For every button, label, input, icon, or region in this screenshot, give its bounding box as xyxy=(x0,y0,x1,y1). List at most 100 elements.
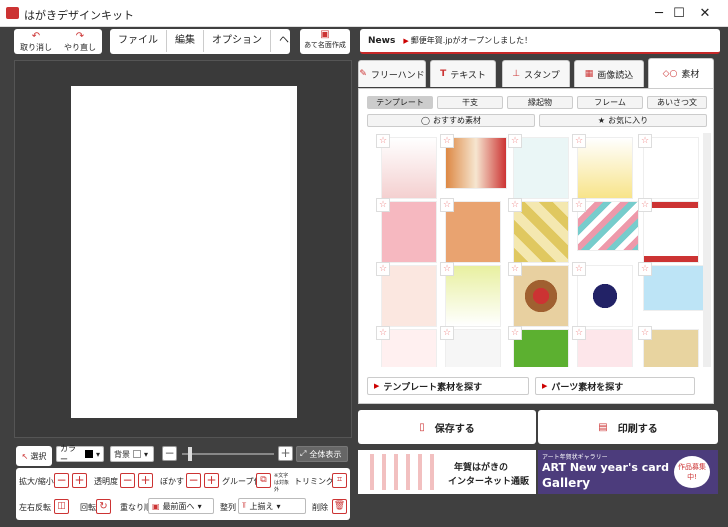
favorite-star-icon[interactable]: ☆ xyxy=(376,326,390,340)
favorite-star-icon[interactable]: ☆ xyxy=(440,326,454,340)
template-thumb[interactable]: ☆ xyxy=(376,198,437,263)
tab-material[interactable]: ◇○ 素材 xyxy=(648,58,714,88)
favorite-star-icon[interactable]: ☆ xyxy=(508,326,522,340)
favorite-star-icon[interactable]: ☆ xyxy=(508,262,522,276)
blur-down-button[interactable]: − xyxy=(186,473,201,488)
favorite-star-icon[interactable]: ☆ xyxy=(376,198,390,212)
favorite-star-icon[interactable]: ☆ xyxy=(376,262,390,276)
template-thumb[interactable]: ☆ xyxy=(440,134,507,189)
template-thumb[interactable]: ☆ xyxy=(508,326,569,367)
print-button[interactable]: ▤ 印刷する xyxy=(538,410,718,444)
app-icon xyxy=(6,7,19,19)
favorite-star-icon[interactable]: ☆ xyxy=(638,262,652,276)
tab-image[interactable]: ▦ 画像読込 xyxy=(574,60,644,87)
template-thumb[interactable]: ☆ xyxy=(572,326,633,367)
blur-up-button[interactable]: + xyxy=(204,473,219,488)
favorite-star-icon[interactable]: ☆ xyxy=(572,198,586,212)
tab-text[interactable]: T テキスト xyxy=(430,60,496,87)
address-side-button[interactable]: ▣ あて名面作成 xyxy=(300,29,350,54)
seg-eto[interactable]: 干支 xyxy=(437,96,503,109)
favorite-star-icon[interactable]: ☆ xyxy=(440,262,454,276)
text-icon: T xyxy=(440,69,447,79)
bg-swatch xyxy=(133,450,141,458)
fit-all-button[interactable]: ⤢ 全体表示 xyxy=(296,446,348,462)
background-dropdown[interactable]: 背景 ▾ xyxy=(110,446,154,462)
template-thumb[interactable]: ☆ xyxy=(440,262,501,327)
template-thumb[interactable]: ☆ xyxy=(638,262,703,311)
seg-frame[interactable]: フレーム xyxy=(577,96,643,109)
speech-bubble-icon: ◯ xyxy=(421,116,430,125)
favorite-star-icon[interactable]: ☆ xyxy=(638,134,652,148)
seg-template[interactable]: テンプレート xyxy=(367,96,433,109)
crop-icon: ⌗ xyxy=(336,475,343,485)
template-thumb[interactable]: ☆ xyxy=(440,198,501,263)
template-thumb[interactable]: ☆ xyxy=(376,134,437,199)
favorite-star-icon[interactable]: ☆ xyxy=(508,134,522,148)
menu-edit[interactable]: 編集 xyxy=(167,30,204,52)
template-thumb[interactable]: ☆ xyxy=(508,262,569,327)
find-template-button[interactable]: ▶ テンプレート素材を探す xyxy=(367,377,529,395)
template-thumb[interactable]: ☆ xyxy=(638,134,699,199)
zoom-out-button[interactable]: − xyxy=(162,446,177,461)
grid-scrollbar[interactable] xyxy=(703,133,711,367)
postcard-canvas[interactable] xyxy=(71,86,297,418)
zoom-slider-handle[interactable] xyxy=(188,447,192,461)
seg-greeting[interactable]: あいさつ文 xyxy=(647,96,707,109)
enlarge-button[interactable]: + xyxy=(72,473,87,488)
favorite-star-icon[interactable]: ☆ xyxy=(638,198,652,212)
color-dropdown[interactable]: カラー ▾ xyxy=(56,444,104,464)
favorite-star-icon[interactable]: ☆ xyxy=(638,326,652,340)
trim-button[interactable]: ⌗ xyxy=(332,473,347,488)
delete-button[interactable]: 🗑 xyxy=(332,499,347,514)
menu-help[interactable]: ヘルプ xyxy=(271,30,290,52)
shop-banner[interactable]: 年賀はがきの インターネット通販 xyxy=(358,450,536,494)
template-thumb[interactable]: ☆ xyxy=(376,326,437,367)
material-content: テンプレート 干支 縁起物 フレーム あいさつ文 ◯ おすすめ素材 ★ お気に入り … xyxy=(358,88,714,404)
seg-engimono[interactable]: 縁起物 xyxy=(507,96,573,109)
favorite-star-icon[interactable]: ☆ xyxy=(572,326,586,340)
close-button[interactable]: ✕ xyxy=(682,2,728,24)
opacity-up-button[interactable]: + xyxy=(138,473,153,488)
template-thumb[interactable]: ☆ xyxy=(508,134,569,199)
flip-button[interactable]: ◫ xyxy=(54,499,69,514)
order-dropdown[interactable]: ▣ 最前面へ ▾ xyxy=(148,498,214,514)
favorite-star-icon[interactable]: ☆ xyxy=(376,134,390,148)
template-thumb[interactable]: ☆ xyxy=(638,326,699,367)
shrink-button[interactable]: − xyxy=(54,473,69,488)
image-icon: ▦ xyxy=(584,69,594,79)
tab-stamp[interactable]: ⊥ スタンプ xyxy=(502,60,570,87)
template-thumb[interactable]: ☆ xyxy=(376,262,437,327)
template-thumb[interactable]: ☆ xyxy=(572,198,639,251)
save-button[interactable]: ▯ 保存する xyxy=(358,410,536,444)
arrow-icon: ▶ xyxy=(542,382,548,390)
rotate-button[interactable]: ↻ xyxy=(96,499,111,514)
template-thumb[interactable]: ☆ xyxy=(440,326,501,367)
template-thumb[interactable]: ☆ xyxy=(638,198,699,263)
zoom-in-button[interactable]: + xyxy=(278,446,293,461)
select-tool-button[interactable]: ↖ 選択 xyxy=(16,446,52,466)
template-thumb[interactable]: ☆ xyxy=(508,198,569,263)
group-button[interactable]: ⧉ xyxy=(256,473,271,488)
gallery-banner[interactable]: アート年賀状ギャラリー ART New year's card Gallery … xyxy=(538,450,718,494)
opacity-down-button[interactable]: − xyxy=(120,473,135,488)
seg-recommended[interactable]: ◯ おすすめ素材 xyxy=(367,114,535,127)
template-thumb[interactable]: ☆ xyxy=(572,262,633,327)
find-parts-button[interactable]: ▶ パーツ素材を探す xyxy=(535,377,695,395)
undo-icon: ↶ xyxy=(31,30,41,42)
menu-options[interactable]: オプション xyxy=(204,30,271,52)
tab-freehand[interactable]: ✎ フリーハンド xyxy=(358,60,426,87)
favorite-star-icon[interactable]: ☆ xyxy=(572,134,586,148)
news-text[interactable]: 郵便年賀.jpがオープンしました！ xyxy=(411,35,532,46)
zoom-slider[interactable] xyxy=(182,453,274,455)
redo-button[interactable]: ↷ やり直し xyxy=(64,31,96,53)
favorite-star-icon[interactable]: ☆ xyxy=(508,198,522,212)
align-dropdown[interactable]: ⫪ 上揃え ▾ xyxy=(238,498,306,514)
seg-favorites[interactable]: ★ お気に入り xyxy=(539,114,707,127)
arrow-icon: ▶ xyxy=(374,382,380,390)
menu-file[interactable]: ファイル xyxy=(110,30,167,52)
favorite-star-icon[interactable]: ☆ xyxy=(572,262,586,276)
favorite-star-icon[interactable]: ☆ xyxy=(440,198,454,212)
favorite-star-icon[interactable]: ☆ xyxy=(440,134,454,148)
template-thumb[interactable]: ☆ xyxy=(572,134,633,199)
undo-button[interactable]: ↶ 取り消し xyxy=(20,31,52,53)
